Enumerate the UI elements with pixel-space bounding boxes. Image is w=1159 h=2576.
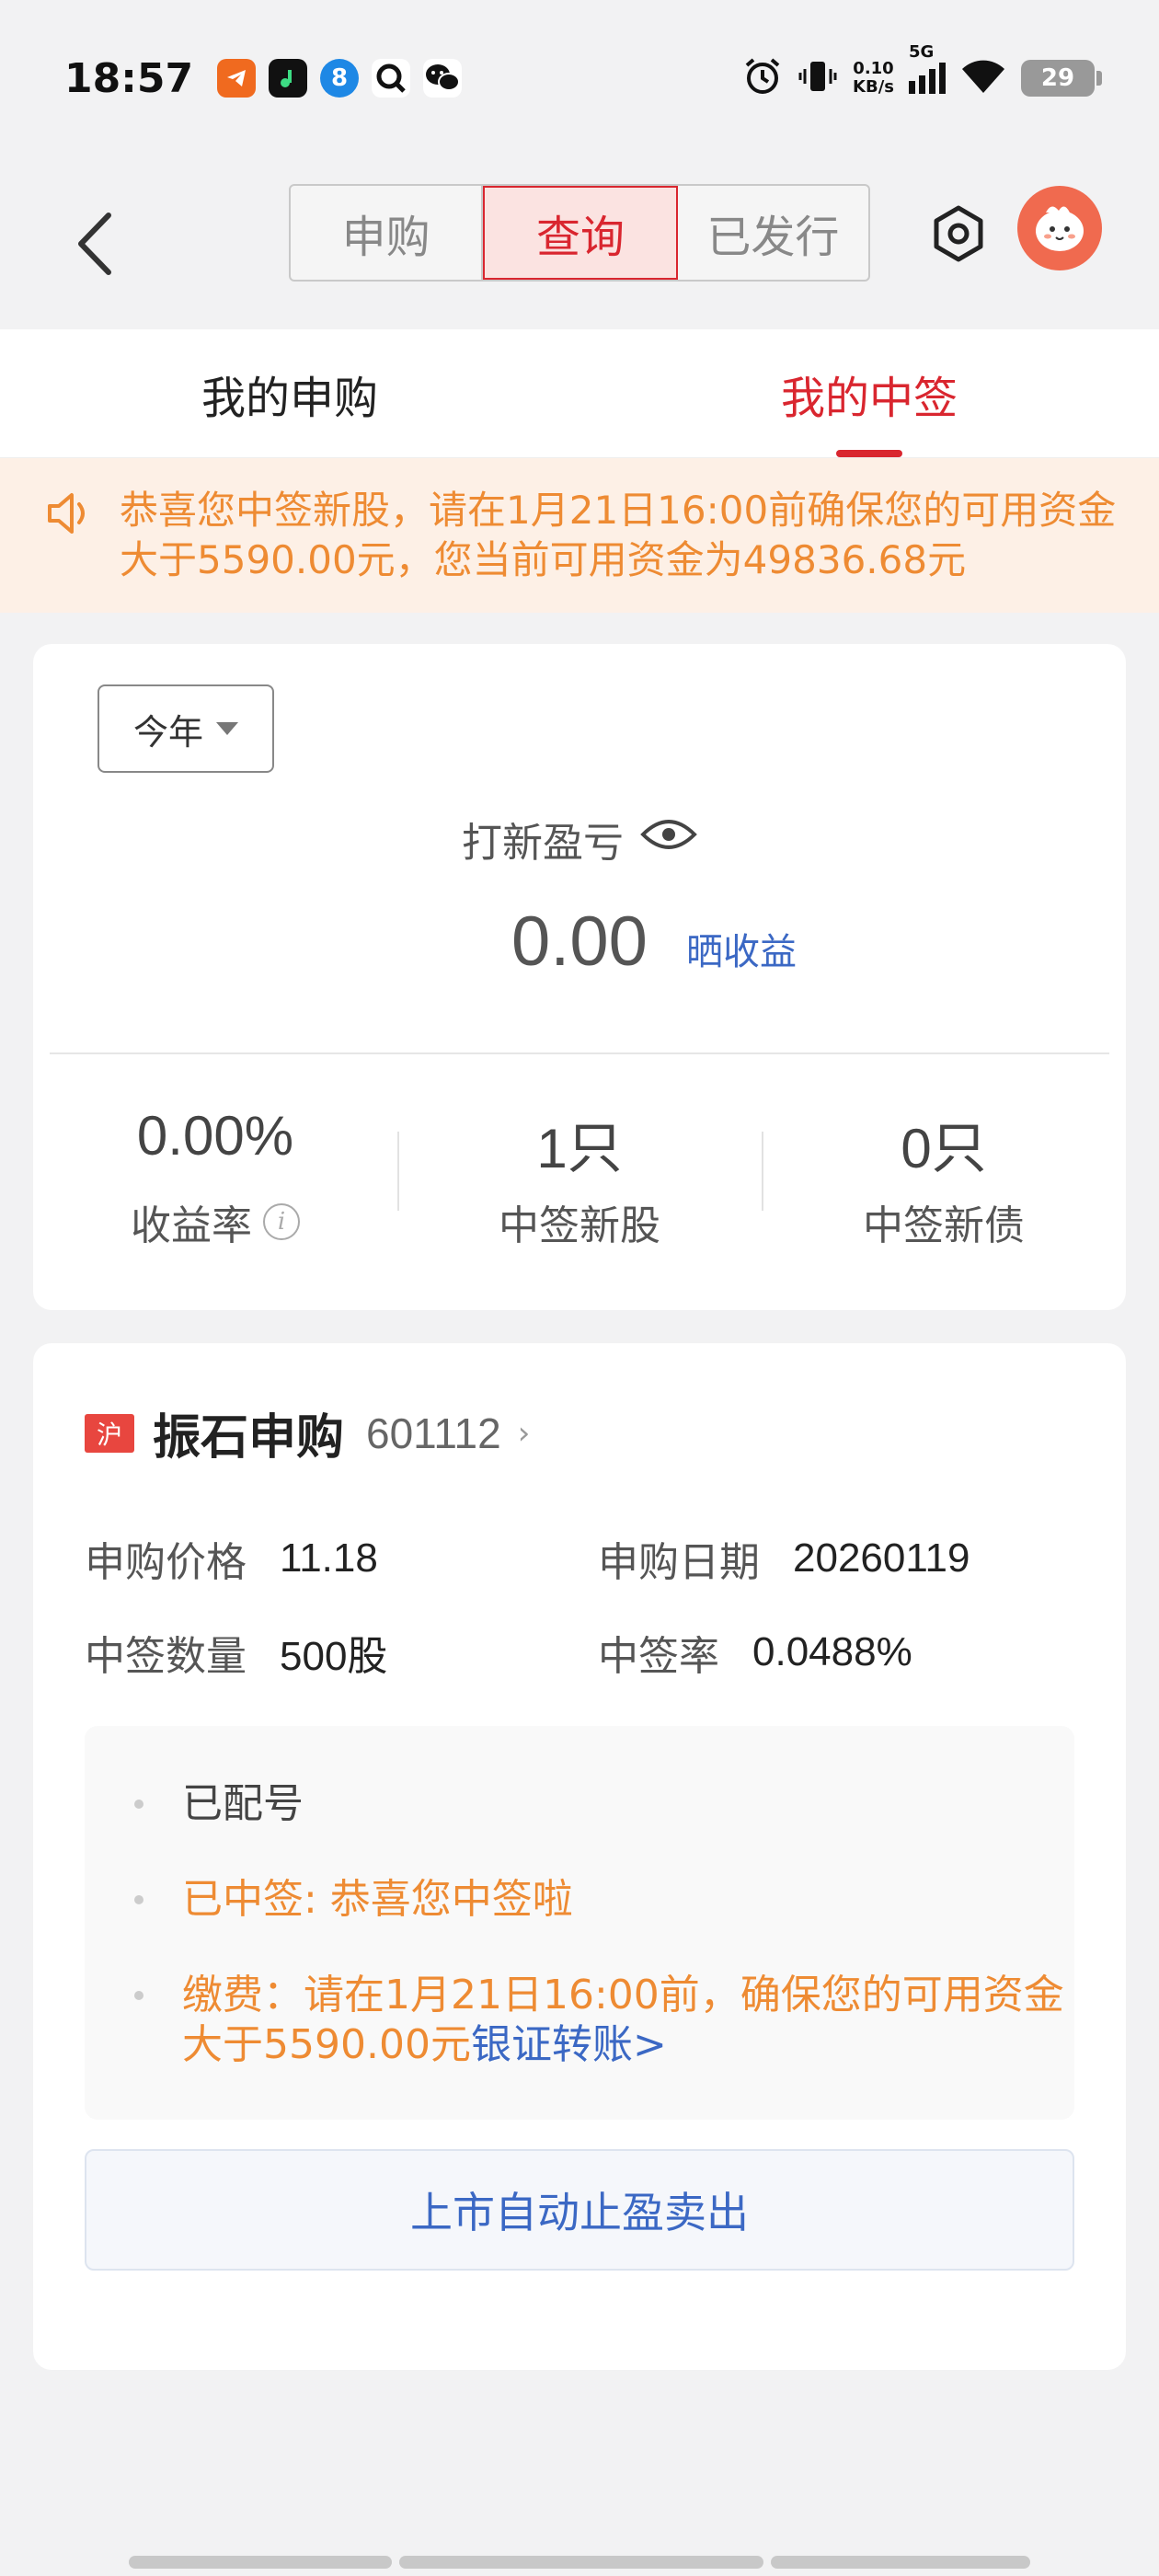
segment-issued[interactable]: 已发行	[678, 186, 868, 280]
speaker-icon	[44, 486, 109, 613]
info-icon[interactable]: i	[263, 1203, 300, 1240]
stat-won-stocks-label: 中签新股	[499, 1202, 660, 1249]
divider	[50, 1052, 1109, 1054]
rate-label: 中签率	[598, 1633, 719, 1680]
signal-icon: 5G	[909, 42, 946, 94]
date-field: 申购日期 20260119	[598, 1529, 970, 1588]
back-button[interactable]	[66, 202, 121, 285]
period-label: 今年	[132, 711, 203, 753]
telegram-app-icon	[217, 59, 257, 98]
eye-icon[interactable]	[640, 816, 697, 863]
pl-label: 打新盈亏	[462, 820, 624, 867]
qty-value: 500股	[280, 1634, 388, 1679]
qty-label: 中签数量	[85, 1633, 247, 1680]
market-badge: 沪	[85, 1413, 134, 1453]
date-value: 20260119	[793, 1535, 970, 1581]
stock-code: 601112	[366, 1409, 501, 1457]
stat-won-stocks: 1只 中签新股	[397, 1104, 762, 1251]
stock-name: 振石申购	[153, 1410, 345, 1466]
auto-take-profit-button[interactable]: 上市自动止盈卖出	[85, 2149, 1074, 2271]
status-time: 18:57	[64, 54, 194, 102]
date-label: 申购日期	[598, 1539, 760, 1586]
search-app-icon	[372, 59, 411, 98]
stat-yield-value: 0.00%	[136, 1105, 294, 1167]
tab-my-winnings[interactable]: 我的中签	[580, 329, 1159, 457]
alarm-icon	[742, 56, 783, 100]
pl-value: 0.00	[511, 903, 648, 981]
stats-row: 0.00% 收益率 i 1只 中签新股 0只 中签新债	[33, 1104, 1126, 1251]
status-timeline: 已配号 已中签: 恭喜您中签啦 缴费：请在1月21日16:00前，确保您的可用资…	[85, 1726, 1074, 2120]
winning-notice-banner: 恭喜您中签新股，请在1月21日16:00前确保您的可用资金大于5590.00元，…	[0, 458, 1159, 613]
wifi-icon	[960, 58, 1006, 98]
price-value: 11.18	[280, 1535, 378, 1581]
qty-field: 中签数量 500股	[85, 1623, 387, 1682]
segment-query[interactable]: 查询	[483, 186, 678, 280]
gesture-navigation-bar[interactable]	[129, 2556, 1030, 2569]
stock-header[interactable]: 沪 振石申购 601112 ›	[85, 1398, 530, 1467]
settings-button[interactable]	[927, 202, 990, 265]
sub-tabs: 我的申购 我的中签	[0, 329, 1159, 458]
segment-subscribe[interactable]: 申购	[291, 186, 484, 280]
price-label: 申购价格	[85, 1539, 247, 1586]
vibrate-icon	[798, 56, 838, 100]
price-field: 申购价格 11.18	[85, 1529, 378, 1588]
assistant-avatar-button[interactable]	[1017, 186, 1102, 270]
stat-won-bonds: 0只 中签新债	[762, 1104, 1126, 1251]
notification-icons: 8	[217, 59, 463, 98]
music-app-icon	[269, 59, 308, 98]
share-profit-link[interactable]: 晒收益	[686, 922, 797, 975]
caret-down-icon	[216, 722, 238, 735]
gear-icon	[934, 205, 983, 262]
summary-card: 今年 打新盈亏 0.00 晒收益 0.00% 收益率 i 1只 中签新股 0只 …	[33, 644, 1126, 1310]
battery-icon: 29	[1021, 60, 1102, 97]
stat-won-bonds-label: 中签新债	[863, 1202, 1025, 1249]
mode-segmented-control: 申购 查询 已发行	[289, 184, 870, 282]
stock-winning-card: 沪 振石申购 601112 › 申购价格 11.18 申购日期 20260119…	[33, 1343, 1126, 2370]
bank-transfer-link[interactable]: 银证转账>	[471, 2021, 667, 2068]
status-payment: 缴费：请在1月21日16:00前，确保您的可用资金 大于5590.00元银证转账…	[85, 1971, 1064, 2070]
net-speed: 0.10 KB/s	[853, 59, 894, 97]
rate-field: 中签率 0.0488%	[598, 1623, 912, 1682]
notice-text: 恭喜您中签新股，请在1月21日16:00前确保您的可用资金大于5590.00元，…	[120, 488, 1117, 582]
stat-won-stocks-value: 1只	[536, 1118, 623, 1179]
status-won: 已中签: 恭喜您中签啦	[85, 1875, 573, 1925]
tab-my-subscriptions[interactable]: 我的申购	[0, 329, 580, 457]
mascot-icon	[1036, 206, 1084, 251]
stat-won-bonds-value: 0只	[901, 1118, 987, 1179]
rate-value: 0.0488%	[752, 1629, 912, 1674]
chevron-right-icon: ›	[517, 1414, 531, 1452]
back-arrow-icon	[78, 213, 111, 275]
stat-yield: 0.00% 收益率 i	[33, 1104, 397, 1251]
wechat-app-icon	[423, 59, 463, 98]
status-assigned: 已配号	[85, 1779, 304, 1829]
status-bar: 18:57 8 0.10 KB/s 5G 29	[0, 0, 1159, 156]
stat-yield-label: 收益率	[131, 1202, 252, 1249]
period-dropdown[interactable]: 今年	[98, 684, 274, 773]
top-bar: 申购 查询 已发行	[0, 156, 1159, 329]
blue-app-icon: 8	[320, 59, 360, 98]
